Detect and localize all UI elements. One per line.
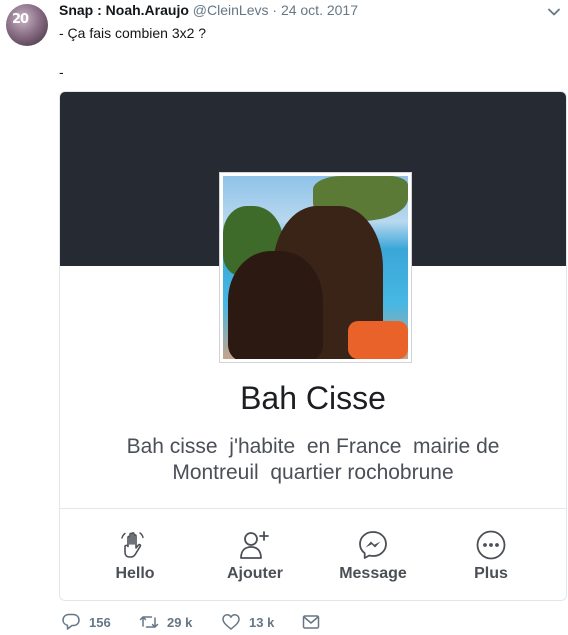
tweet-date[interactable]: 24 oct. 2017: [281, 2, 358, 18]
like-button[interactable]: 13 k: [221, 612, 291, 632]
more-dots-icon: [476, 530, 506, 560]
envelope-icon: [302, 615, 320, 629]
wave-hand-icon: [121, 532, 144, 558]
more-label: Plus: [474, 565, 508, 582]
chevron-down-icon[interactable]: [546, 4, 562, 20]
retweet-icon: [139, 616, 159, 628]
photo-shorts: [348, 321, 408, 359]
profile-actions-bar: Hello Ajouter Message Plus: [60, 508, 566, 600]
reply-icon: [62, 613, 80, 630]
messenger-icon: [359, 531, 387, 559]
tweet-text: - Ça fais combien 3x2 ?: [59, 24, 206, 42]
profile-name: Bah Cisse: [240, 380, 386, 416]
direct-message-button[interactable]: [301, 612, 325, 632]
like-count: 13 k: [249, 615, 275, 630]
add-friend-label: Ajouter: [227, 565, 283, 582]
meta-separator: ·: [272, 2, 278, 18]
hello-label: Hello: [115, 565, 155, 582]
retweet-button[interactable]: 29 k: [139, 612, 209, 632]
tweet-header: Snap : Noah.Araujo @CleinLevs · 24 oct. …: [59, 2, 358, 18]
tweet-actions: 156 29 k 13 k: [59, 612, 559, 632]
add-friend-icon: [240, 531, 269, 559]
retweet-count: 29 k: [167, 615, 193, 630]
reply-count: 156: [89, 615, 111, 630]
heart-icon: [222, 614, 240, 630]
profile-photo[interactable]: [220, 173, 411, 362]
author-avatar[interactable]: 20: [6, 4, 48, 46]
reply-button[interactable]: 156: [61, 612, 121, 632]
author-name[interactable]: Snap : Noah.Araujo: [59, 2, 189, 18]
add-friend-button[interactable]: Ajouter: [195, 509, 315, 600]
embedded-profile-card[interactable]: Bah Cisse Bah cisse j'habite en France m…: [59, 91, 567, 601]
hello-button[interactable]: Hello: [75, 509, 195, 600]
message-label: Message: [339, 565, 407, 582]
author-handle[interactable]: @CleinLevs: [193, 2, 269, 18]
tweet-text-line: -: [59, 64, 64, 80]
avatar-text: 20: [12, 12, 29, 27]
tweet-text-line: - Ça fais combien 3x2 ?: [59, 25, 207, 41]
message-button[interactable]: Message: [313, 509, 433, 600]
profile-bio: Bah cisse j'habite en France mairie de M…: [126, 435, 500, 484]
more-button[interactable]: Plus: [431, 509, 551, 600]
photo-person: [228, 251, 323, 359]
